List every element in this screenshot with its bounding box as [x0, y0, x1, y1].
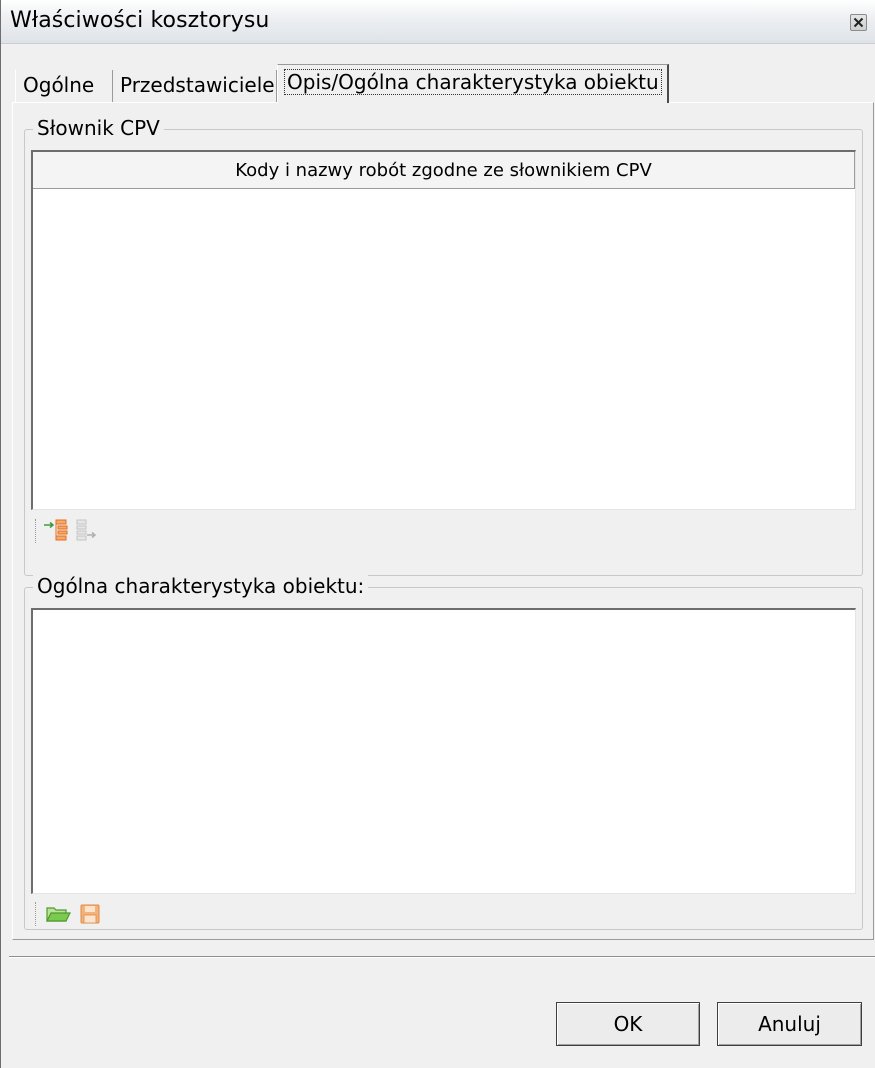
add-cpv-button[interactable]: [43, 518, 69, 544]
open-folder-icon: [46, 907, 71, 922]
tab-label: Opis/Ogólna charakterystyka obiektu: [284, 69, 662, 95]
properties-dialog: Właściwości kosztorysu Ogólne Przedstawi…: [0, 0, 875, 1068]
tab-przedstawiciele[interactable]: Przedstawiciele: [113, 70, 277, 103]
footer-separator: [9, 956, 875, 958]
cpv-list[interactable]: Kody i nazwy robót zgodne ze słownikiem …: [31, 150, 856, 510]
tab-ogolne[interactable]: Ogólne: [15, 70, 113, 103]
tab-opis[interactable]: Opis/Ogólna charakterystyka obiektu: [277, 64, 669, 103]
window-title: Właściwości kosztorysu: [10, 8, 270, 33]
open-file-button[interactable]: [45, 901, 71, 927]
ok-button[interactable]: OK: [556, 1002, 700, 1046]
cpv-toolbar: [31, 514, 856, 548]
remove-to-dictionary-icon: [76, 519, 97, 541]
toolbar-grip[interactable]: [35, 902, 38, 926]
title-bar[interactable]: Właściwości kosztorysu: [1, 0, 875, 44]
cancel-button[interactable]: Anuluj: [717, 1002, 862, 1046]
cpv-group: Słownik CPV Kody i nazwy robót zgodne ze…: [24, 116, 863, 576]
tab-label: Przedstawiciele: [120, 73, 275, 97]
description-group: Ogólna charakterystyka obiektu:: [24, 574, 863, 931]
close-icon: [853, 17, 864, 28]
description-toolbar: [31, 897, 856, 931]
save-file-button[interactable]: [77, 901, 103, 927]
remove-cpv-button[interactable]: [73, 518, 99, 544]
toolbar-grip[interactable]: [35, 519, 38, 543]
cpv-column-header[interactable]: Kody i nazwy robót zgodne ze słownikiem …: [33, 152, 855, 189]
close-button[interactable]: [850, 14, 867, 31]
description-group-legend: Ogólna charakterystyka obiektu:: [33, 574, 369, 598]
tab-panel: Słownik CPV Kody i nazwy robót zgodne ze…: [12, 102, 874, 940]
save-icon: [80, 904, 100, 924]
description-textarea[interactable]: [31, 608, 856, 894]
cpv-group-legend: Słownik CPV: [33, 116, 164, 140]
tab-label: Ogólne: [23, 73, 95, 97]
add-from-dictionary-icon: [44, 519, 68, 541]
